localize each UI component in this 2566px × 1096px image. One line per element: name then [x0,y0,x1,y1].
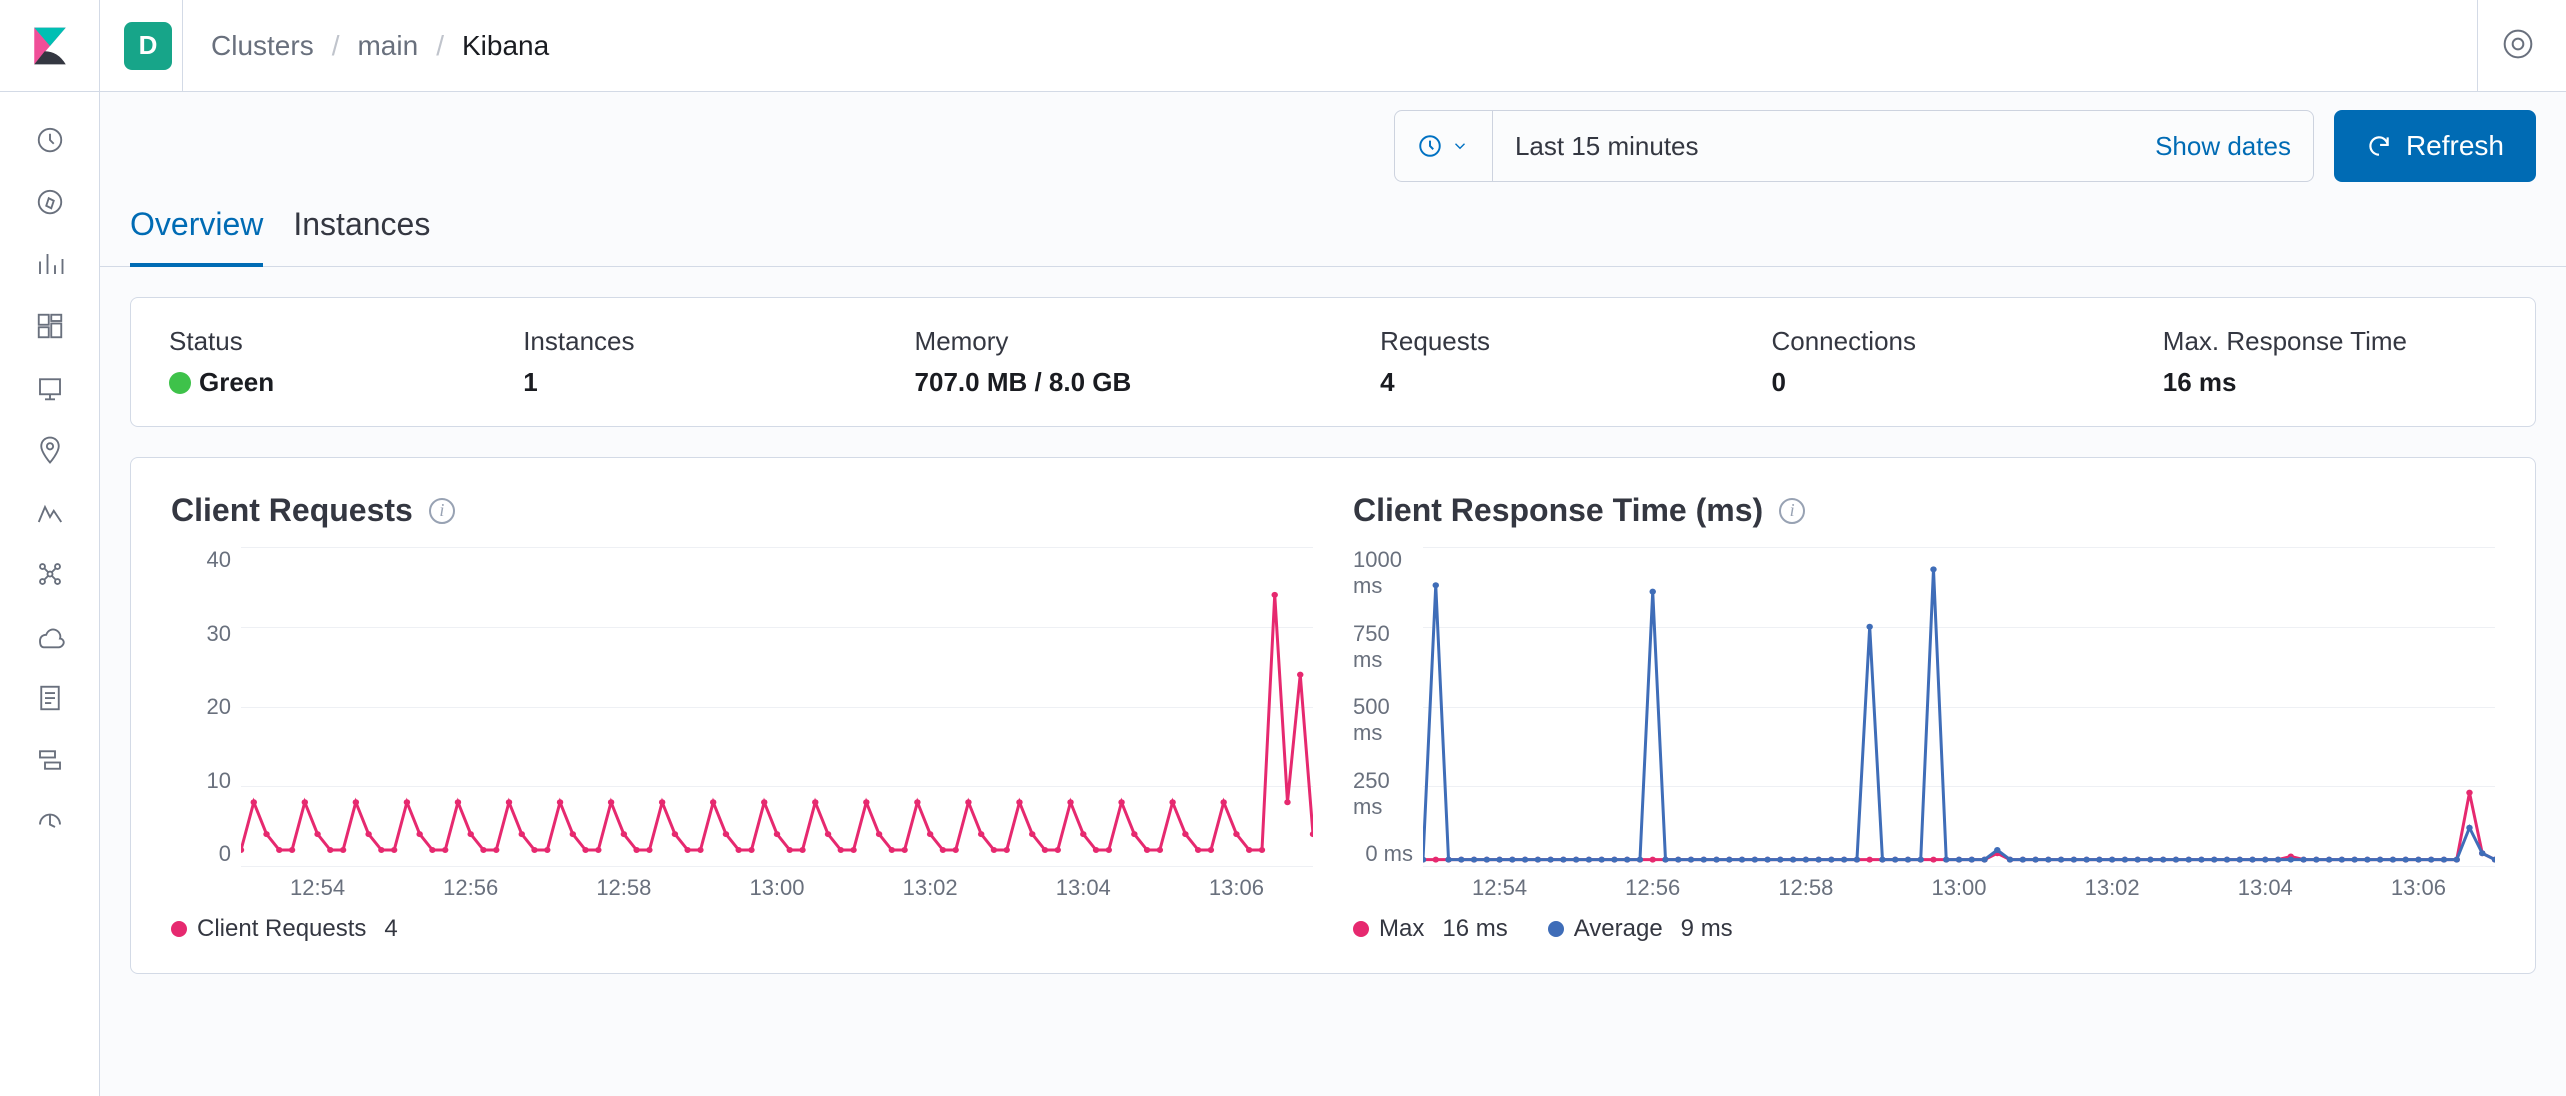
main-area: D Clusters / main / Kibana [100,0,2566,1096]
breadcrumb: Clusters / main / Kibana [211,30,549,62]
breadcrumb-item-main[interactable]: main [357,30,418,62]
header-bar: D Clusters / main / Kibana [100,0,2566,92]
legend-dot-icon [171,921,187,937]
chart-title: Client Response Time (ms)i [1353,492,2495,529]
plot-area[interactable] [241,547,1313,867]
refresh-button[interactable]: Refresh [2334,110,2536,182]
apm-icon[interactable] [30,740,70,780]
legend-item[interactable]: Client Requests 4 [171,915,398,943]
tab-instances[interactable]: Instances [293,206,430,266]
stat-status: Status Green [169,326,503,398]
discover-icon[interactable] [30,182,70,222]
chart-client_response_time: Client Response Time (ms)i 1000 ms750 ms5… [1353,492,2495,943]
kibana-logo[interactable] [0,0,100,92]
legend-item[interactable]: Average 9 ms [1548,915,1733,943]
stat-instances: Instances 1 [523,326,894,398]
maps-icon[interactable] [30,430,70,470]
canvas-icon[interactable] [30,368,70,408]
time-range-text[interactable]: Last 15 minutes [1515,131,1699,162]
info-icon[interactable]: i [429,498,455,524]
content-area: Last 15 minutes Show dates Refresh Overv… [100,92,2566,1096]
infrastructure-icon[interactable] [30,616,70,656]
tab-overview[interactable]: Overview [130,206,263,267]
stat-requests: Requests 4 [1380,326,1751,398]
x-axis: 12:5412:5612:5813:0013:0213:0413:06 [241,867,1313,901]
stat-max-response: Max. Response Time 16 ms [2163,326,2497,398]
legend-item[interactable]: Max 16 ms [1353,915,1508,943]
show-dates-link[interactable]: Show dates [2155,131,2291,162]
x-axis: 12:5412:5612:5813:0013:0213:0413:06 [1423,867,2495,901]
uptime-icon[interactable] [30,802,70,842]
chart-client_requests: Client Requestsi 40302010012:5412:5612:58… [171,492,1313,943]
y-axis: 403020100 [171,547,241,867]
breadcrumb-item-kibana: Kibana [462,30,549,62]
legend-dot-icon [1548,921,1564,937]
time-picker-quick-select[interactable] [1395,111,1493,181]
recently-viewed-icon[interactable] [30,120,70,160]
app-sidebar [0,0,100,1096]
chart-legend: Max 16 ms Average 9 ms [1353,915,2495,943]
chart-title: Client Requestsi [171,492,1313,529]
ml-icon[interactable] [30,492,70,532]
stat-memory: Memory 707.0 MB / 8.0 GB [915,326,1361,398]
time-toolbar: Last 15 minutes Show dates Refresh [100,92,2566,182]
plot-area[interactable] [1423,547,2495,867]
charts-panel: Client Requestsi40302010012:5412:5612:58… [130,457,2536,974]
visualize-icon[interactable] [30,244,70,284]
logs-icon[interactable] [30,678,70,718]
dashboard-icon[interactable] [30,306,70,346]
space-selector[interactable]: D [124,22,172,70]
chart-legend: Client Requests 4 [171,915,1313,943]
stats-panel: Status Green Instances 1 Memory 707.0 MB… [130,297,2536,427]
legend-dot-icon [1353,921,1369,937]
stat-connections: Connections 0 [1771,326,2142,398]
tab-bar: Overview Instances [100,182,2566,267]
y-axis: 1000 ms750 ms500 ms250 ms0 ms [1353,547,1423,867]
info-icon[interactable]: i [1779,498,1805,524]
graph-icon[interactable] [30,554,70,594]
time-picker[interactable]: Last 15 minutes Show dates [1394,110,2314,182]
help-icon[interactable] [2502,28,2538,64]
status-dot-icon [169,372,191,394]
breadcrumb-item-clusters[interactable]: Clusters [211,30,314,62]
